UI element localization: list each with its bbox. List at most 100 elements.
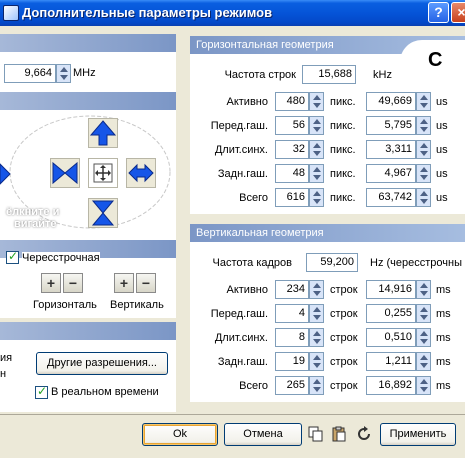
move-up-button[interactable] bbox=[88, 118, 118, 148]
shrink-horizontal-icon bbox=[52, 161, 78, 185]
h-row-time-field[interactable]: 4,967 bbox=[366, 164, 416, 183]
v-row-spinner[interactable] bbox=[309, 280, 324, 299]
vertical-label: Вертикаль bbox=[110, 299, 164, 311]
v-row-time-unit: ms bbox=[436, 380, 451, 392]
drag-hint-line2: вигайте bbox=[14, 218, 57, 230]
h-row-spinner[interactable] bbox=[309, 188, 324, 207]
h-row-time-field[interactable]: 63,742 bbox=[366, 188, 416, 207]
v-row-spinner[interactable] bbox=[309, 304, 324, 323]
apply-button[interactable]: Применить bbox=[380, 423, 456, 446]
close-button[interactable]: × bbox=[451, 2, 465, 23]
refresh-icon[interactable] bbox=[356, 426, 372, 442]
h-row-time-unit: us bbox=[436, 192, 448, 204]
vertical-plus-button[interactable]: + bbox=[114, 273, 134, 293]
v-row-time-unit: ms bbox=[436, 308, 451, 320]
v-row-unit: строк bbox=[330, 332, 358, 344]
h-row-time-spinner[interactable] bbox=[416, 164, 431, 183]
h-row-time-unit: us bbox=[436, 144, 448, 156]
move-down-button[interactable] bbox=[88, 198, 118, 228]
v-row-value-field[interactable]: 4 bbox=[275, 304, 309, 323]
v-row-time-unit: ms bbox=[436, 332, 451, 344]
v-row-value-field[interactable]: 8 bbox=[275, 328, 309, 347]
h-row-time-field[interactable]: 5,795 bbox=[366, 116, 416, 135]
v-row-label: Задн.гаш. bbox=[217, 356, 268, 368]
h-row-time-spinner[interactable] bbox=[416, 116, 431, 135]
v-row-spinner[interactable] bbox=[309, 376, 324, 395]
v-row-spinner[interactable] bbox=[309, 352, 324, 371]
v-row-time-spinner[interactable] bbox=[416, 304, 431, 323]
interlaced-checkbox[interactable] bbox=[6, 249, 19, 264]
h-row-time-field[interactable]: 49,669 bbox=[366, 92, 416, 111]
arrow-up-icon bbox=[89, 120, 117, 146]
h-row-label: Длит.синх. bbox=[214, 144, 268, 156]
v-row-value-field[interactable]: 234 bbox=[275, 280, 309, 299]
left-group-header bbox=[0, 34, 176, 52]
h-row-time-spinner[interactable] bbox=[416, 188, 431, 207]
h-row-value-field[interactable]: 32 bbox=[275, 140, 309, 159]
v-row-time-field[interactable]: 0,255 bbox=[366, 304, 416, 323]
overlay-label: C bbox=[400, 40, 465, 84]
h-row-spinner[interactable] bbox=[309, 92, 324, 111]
v-row-unit: строк bbox=[330, 284, 358, 296]
shrink-vertical-icon bbox=[91, 200, 115, 226]
h-row-time-spinner[interactable] bbox=[416, 92, 431, 111]
position-panel: ёлкните и вигайте bbox=[0, 110, 176, 240]
frame-freq-label: Частота кадров bbox=[212, 257, 293, 269]
h-row-time-unit: us bbox=[436, 96, 448, 108]
ok-button[interactable]: Ok bbox=[142, 423, 218, 446]
options-panel: ия н bbox=[0, 340, 176, 412]
h-row-value-field[interactable]: 616 bbox=[275, 188, 309, 207]
h-row-value-field[interactable]: 480 bbox=[275, 92, 309, 111]
line-freq-unit: kHz bbox=[373, 69, 392, 81]
frame-freq-field[interactable]: 59,200 bbox=[306, 253, 358, 272]
v-row-label: Активно bbox=[226, 284, 269, 296]
v-row-value-field[interactable]: 19 bbox=[275, 352, 309, 371]
v-row-time-spinner[interactable] bbox=[416, 352, 431, 371]
h-row-spinner[interactable] bbox=[309, 140, 324, 159]
partial-option-label2: н bbox=[0, 368, 7, 380]
v-row-time-spinner[interactable] bbox=[416, 376, 431, 395]
h-row-time-spinner[interactable] bbox=[416, 140, 431, 159]
interlaced-label: Чересстрочная bbox=[22, 252, 100, 264]
horizontal-plus-button[interactable]: + bbox=[41, 273, 61, 293]
h-row-value-field[interactable]: 56 bbox=[275, 116, 309, 135]
v-row-time-field[interactable]: 1,211 bbox=[366, 352, 416, 371]
h-row-label: Перед.гаш. bbox=[210, 120, 268, 132]
vertical-geometry-header: Вертикальная геометрия bbox=[190, 224, 465, 242]
other-resolutions-button[interactable]: Другие разрешения... bbox=[36, 352, 168, 375]
pixel-clock-field[interactable]: 9,664 bbox=[4, 64, 56, 83]
h-row-spinner[interactable] bbox=[309, 164, 324, 183]
h-row-time-unit: us bbox=[436, 168, 448, 180]
partial-arrow-icon bbox=[0, 162, 12, 186]
vertical-minus-button[interactable]: − bbox=[136, 273, 156, 293]
v-row-label: Всего bbox=[239, 380, 268, 392]
paste-icon[interactable] bbox=[331, 426, 347, 442]
v-row-label: Перед.гаш. bbox=[210, 308, 268, 320]
realtime-checkbox[interactable] bbox=[35, 384, 48, 399]
h-row-label: Всего bbox=[239, 192, 268, 204]
cancel-button[interactable]: Отмена bbox=[224, 423, 302, 446]
help-button[interactable]: ? bbox=[428, 2, 449, 23]
move-left-button[interactable] bbox=[50, 158, 80, 188]
v-row-spinner[interactable] bbox=[309, 328, 324, 347]
h-row-value-field[interactable]: 48 bbox=[275, 164, 309, 183]
v-row-unit: строк bbox=[330, 356, 358, 368]
horizontal-minus-button[interactable]: − bbox=[63, 273, 83, 293]
move-right-button[interactable] bbox=[126, 158, 156, 188]
line-freq-field[interactable]: 15,688 bbox=[302, 65, 356, 84]
h-row-label: Активно bbox=[226, 96, 269, 108]
v-row-time-spinner[interactable] bbox=[416, 328, 431, 347]
center-button[interactable] bbox=[88, 158, 118, 188]
h-row-spinner[interactable] bbox=[309, 116, 324, 135]
h-row-unit: пикс. bbox=[330, 144, 356, 156]
v-row-time-field[interactable]: 14,916 bbox=[366, 280, 416, 299]
v-row-time-spinner[interactable] bbox=[416, 280, 431, 299]
pixel-clock-spinner[interactable] bbox=[56, 64, 71, 83]
v-row-value-field[interactable]: 265 bbox=[275, 376, 309, 395]
copy-icon[interactable] bbox=[308, 426, 324, 442]
frame-freq-unit: Hz (чересстрочны bbox=[370, 257, 462, 269]
v-row-time-field[interactable]: 16,892 bbox=[366, 376, 416, 395]
v-row-time-field[interactable]: 0,510 bbox=[366, 328, 416, 347]
h-row-time-field[interactable]: 3,311 bbox=[366, 140, 416, 159]
pixel-clock-unit: MHz bbox=[73, 67, 96, 79]
